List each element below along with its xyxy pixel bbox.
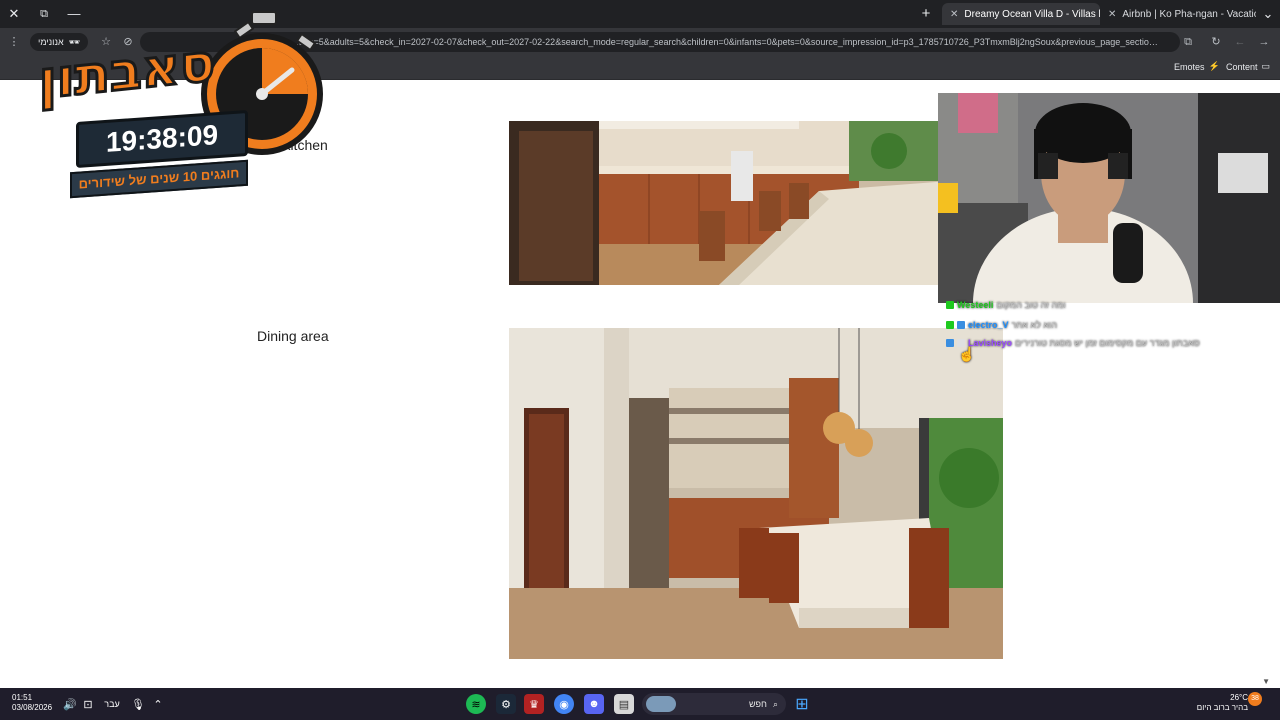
language-indicator[interactable]: עבר (102, 694, 122, 714)
chat-badge-icon (946, 301, 954, 309)
weather-temp: 26°C (1230, 693, 1248, 702)
dining-area-photo[interactable] (509, 328, 1003, 659)
chat-message: Westeeli ומה זה טוב המקום (946, 300, 1066, 310)
bookmark-content[interactable]: Content ▭ (1226, 61, 1270, 72)
search-placeholder: חפש (748, 699, 767, 709)
discord-icon[interactable]: ☻ (584, 694, 604, 714)
tab-close-icon[interactable]: ✕ (1108, 9, 1116, 20)
forward-arrow-icon[interactable]: ← (1230, 32, 1250, 52)
windows-start-icon[interactable]: ⊞ (792, 694, 812, 714)
chrome-icon[interactable]: ◉ (554, 694, 574, 714)
clock-date: 03/08/2026 (12, 703, 53, 712)
tab-title: Airbnb | Ko Pha-ngan - Vacatio (1122, 8, 1256, 20)
mouse-cursor-icon: ☝ (958, 346, 976, 362)
streamer-webcam (938, 93, 1280, 303)
chat-text: הוא לא אחר (1011, 320, 1058, 330)
tab-close-icon[interactable]: ✕ (950, 9, 958, 20)
chat-message: Lavisheyo סאבתון מגדר עם מקסימום זמן יש … (946, 338, 1200, 348)
section-label-dining: Dining area (257, 328, 329, 344)
weather-desc: בהיר ברוב היום (1196, 703, 1248, 712)
folder-icon: ▭ (1261, 61, 1271, 71)
app-icon[interactable]: ♛ (524, 694, 544, 714)
bookmark-content-label: Content (1226, 61, 1258, 72)
search-highlight-icon (646, 696, 676, 712)
tab-dreamy-ocean-villa[interactable]: ✕ Dreamy Ocean Villa D - Villas h (942, 3, 1100, 25)
back-arrow-icon[interactable]: → (1254, 32, 1274, 52)
chat-text: סאבתון מגדר עם מקסימום זמן יש מסגת טורני… (1015, 338, 1200, 348)
tab-title: Dreamy Ocean Villa D - Villas h (964, 8, 1100, 20)
bookmark-emotes-label: Emotes (1174, 61, 1205, 72)
file-explorer-icon[interactable]: ▤ (614, 694, 634, 714)
chat-badge-icon (957, 321, 965, 329)
notification-badge[interactable]: 38 (1248, 692, 1262, 706)
microphone-icon[interactable]: 🎙 (128, 694, 148, 714)
clock[interactable]: 01:51 03/08/2026 (12, 693, 52, 713)
dining-area-photo-image (509, 328, 1003, 659)
bookmark-emotes[interactable]: Emotes ⚡ (1174, 61, 1220, 72)
volume-icon[interactable]: 🔊 (60, 694, 80, 714)
tab-airbnb-ko-pha-ngan[interactable]: ✕ Airbnb | Ko Pha-ngan - Vacatio (1100, 3, 1256, 25)
webcam-image (938, 93, 1280, 303)
stream-chat: Westeeli ומה זה טוב המקום electro_V הוא … (946, 298, 1280, 362)
network-icon[interactable]: ⊡ (78, 694, 98, 714)
reload-icon[interactable]: ↻ (1206, 32, 1226, 52)
kitchen-photo-image (509, 121, 949, 285)
kitchen-photo[interactable] (509, 121, 949, 285)
chat-username: Westeeli (957, 300, 994, 310)
weather-widget[interactable]: 26°C בהיר ברוב היום (1192, 693, 1248, 713)
chat-message: electro_V הוא לא אחר (946, 320, 1057, 330)
emotes-icon: ⚡ (1208, 61, 1220, 71)
chat-badge-icon (946, 321, 954, 329)
subathon-logo: סאבתון 19:38:09 חוגגים 10 שנים של שידורי… (8, 8, 328, 208)
chat-text: ומה זה טוב המקום (996, 300, 1066, 310)
spotify-icon[interactable]: ≋ (466, 694, 486, 714)
clock-time: 01:51 (12, 693, 33, 702)
search-icon: ⌕ (772, 698, 778, 709)
scroll-down-arrow-icon[interactable]: ▼ (1262, 677, 1270, 686)
steam-icon[interactable]: ⚙ (496, 694, 516, 714)
tray-chevron-icon[interactable]: ⌃ (148, 694, 168, 714)
install-app-icon[interactable]: ⧉ (1178, 32, 1198, 52)
windows-taskbar: 01:51 03/08/2026 🔊 ⊡ עבר 🎙 ⌃ ≋ ⚙ ♛ ◉ ☻ ▤… (0, 688, 1280, 720)
chat-badge-icon (946, 339, 954, 347)
tab-search-chevron-icon[interactable]: ⌄ (1258, 4, 1278, 24)
new-tab-button[interactable]: + (916, 4, 936, 24)
chat-username: electro_V (968, 320, 1009, 330)
